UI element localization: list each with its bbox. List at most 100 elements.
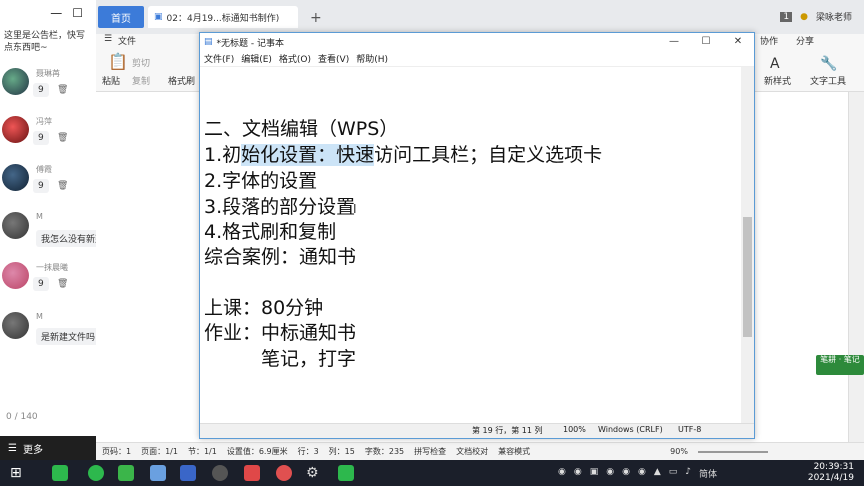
- notepad-status-bar: 第 19 行，第 11 列 100% Windows (CRLF) UTF-8: [200, 423, 754, 438]
- tray-icon[interactable]: ▣: [590, 467, 599, 480]
- text-line: 二、文档编辑（WPS）: [204, 118, 399, 140]
- settings-icon[interactable]: ⚙: [306, 465, 322, 481]
- status-words: 字数：235: [364, 447, 405, 456]
- cut-button[interactable]: 剪切: [132, 56, 150, 69]
- maximize-button[interactable]: ☐: [690, 33, 722, 51]
- minimize-button[interactable]: —: [658, 33, 690, 51]
- user-avatar-icon[interactable]: ●: [800, 12, 808, 22]
- char-counter: 0 / 140: [6, 412, 38, 422]
- message-bubble: 是新建文件吗: [36, 328, 97, 345]
- message-bubble: 9: [33, 179, 49, 193]
- notepad-titlebar: ▤ *无标题 - 记事本 — ☐ ✕: [200, 33, 754, 51]
- trash-icon[interactable]: 🗑: [57, 279, 68, 289]
- trash-icon[interactable]: 🗑: [57, 133, 68, 143]
- spell-check-button[interactable]: 拼写检查: [414, 446, 446, 457]
- chat-bottom-bar: ☰ 更多: [0, 436, 97, 460]
- tab-bar: 首页 ▣ 02：4月19...标通知书制作) + 1 ● 梁咏老师: [96, 0, 864, 34]
- new-style-button[interactable]: 新样式: [764, 74, 791, 87]
- taskbar: ⊞ ⚙ ◉ ◉ ▣ ◉ ◉ ◉ ▲ ▭ ♪ 简体 20:39:31 2021/4…: [0, 460, 864, 486]
- menu-icon[interactable]: ☰: [104, 34, 112, 44]
- avatar: [2, 164, 29, 191]
- compat-mode: 兼容模式: [498, 447, 531, 456]
- text-line: 3.段落的部分设置: [204, 196, 356, 218]
- menu-help[interactable]: 帮助(H): [356, 52, 388, 65]
- notepad-icon: ▤: [204, 37, 213, 47]
- maximize-icon[interactable]: ☐: [72, 6, 83, 20]
- text-line: 笔记，打字: [204, 348, 357, 370]
- clock[interactable]: 20:39:31 2021/4/19: [808, 462, 854, 484]
- menu-view[interactable]: 查看(V): [318, 52, 349, 65]
- menu-edit[interactable]: 编辑(E): [241, 52, 272, 65]
- menu-icon[interactable]: ☰: [8, 443, 17, 454]
- volume-icon[interactable]: ♪: [685, 467, 691, 480]
- scrollbar[interactable]: [848, 92, 864, 442]
- user-name[interactable]: 梁咏老师: [816, 10, 852, 23]
- text-line: 4.格式刷和复制: [204, 221, 337, 243]
- collab-button[interactable]: 协作: [760, 34, 778, 47]
- new-tab-button[interactable]: +: [310, 10, 322, 26]
- sender-name: 傅霞: [36, 165, 52, 174]
- more-button[interactable]: 更多: [23, 441, 43, 456]
- notepad-scrollbar[interactable]: [741, 67, 754, 423]
- message-bubble: 我怎么没有新建: [36, 230, 97, 247]
- new-style-icon[interactable]: A: [770, 56, 780, 72]
- encoding: UTF-8: [678, 425, 702, 434]
- ime-indicator[interactable]: 简体: [699, 467, 717, 480]
- proof-button[interactable]: 文档校对: [456, 446, 488, 457]
- tray-icon[interactable]: ◉: [638, 467, 646, 480]
- avatar: [2, 312, 29, 339]
- zoom-slider[interactable]: [697, 450, 768, 453]
- app-icon[interactable]: [338, 465, 354, 481]
- zoom-level[interactable]: 90%: [670, 447, 688, 456]
- windows-start-icon[interactable]: ⊞: [10, 465, 26, 481]
- scroll-thumb[interactable]: [743, 217, 752, 337]
- side-badge[interactable]: 笔耕 · 笔记: [816, 355, 864, 375]
- app-icon[interactable]: [244, 465, 260, 481]
- paste-button[interactable]: 粘贴: [102, 74, 120, 87]
- chat-app-icon[interactable]: [88, 465, 104, 481]
- close-button[interactable]: ✕: [722, 33, 754, 51]
- obs-icon[interactable]: [212, 465, 228, 481]
- share-button[interactable]: 分享: [796, 34, 814, 47]
- tray-icon[interactable]: ▲: [654, 467, 661, 480]
- wechat-icon[interactable]: [52, 465, 68, 481]
- tray-icon[interactable]: ◉: [606, 467, 614, 480]
- text-line: 1.初始化设置：快速访问工具栏；自定义选项卡: [204, 143, 602, 167]
- tab-document[interactable]: ▣ 02：4月19...标通知书制作): [148, 6, 298, 28]
- minimize-icon[interactable]: —: [50, 6, 62, 20]
- avatar: [2, 68, 29, 95]
- tray-icon[interactable]: ◉: [558, 467, 566, 480]
- message-bubble: 9: [33, 131, 49, 145]
- chat-panel: — ☐ 这里是公告栏，快写点东西吧~ 聂琳苒 9 🗑 冯萍 9 🗑 傅霞 9 🗑…: [0, 0, 98, 460]
- trash-icon[interactable]: 🗑: [57, 181, 68, 191]
- network-icon[interactable]: ▭: [669, 467, 678, 480]
- app-icon[interactable]: [150, 465, 166, 481]
- paste-icon[interactable]: 📋: [108, 52, 128, 71]
- text-segment: 访问工具栏；自定义选项卡: [374, 144, 603, 166]
- text-cursor-icon: I: [353, 202, 357, 216]
- tray-icon[interactable]: ◉: [622, 467, 630, 480]
- app-icon[interactable]: [118, 465, 134, 481]
- file-menu[interactable]: 文件: [118, 34, 136, 47]
- app-icon[interactable]: [276, 465, 292, 481]
- trash-icon[interactable]: 🗑: [57, 85, 68, 95]
- copy-button[interactable]: 复制: [132, 74, 150, 87]
- tray-icon[interactable]: ◉: [574, 467, 582, 480]
- text-tools-button[interactable]: 文字工具: [810, 74, 846, 87]
- tab-doc-label: 02：4月19...标通知书制作): [166, 13, 280, 24]
- tab-home[interactable]: 首页: [98, 6, 144, 28]
- format-brush-button[interactable]: 格式刷: [168, 74, 195, 87]
- notepad-text-area[interactable]: 二、文档编辑（WPS） 1.初始化设置：快速访问工具栏；自定义选项卡 2.字体的…: [200, 67, 741, 423]
- menu-format[interactable]: 格式(O): [279, 52, 311, 65]
- menu-file[interactable]: 文件(F): [204, 52, 234, 65]
- announcement: 这里是公告栏，快写点东西吧~: [4, 31, 86, 53]
- system-tray: ◉ ◉ ▣ ◉ ◉ ◉ ▲ ▭ ♪ 简体: [558, 467, 717, 480]
- clock-time: 20:39:31: [813, 462, 854, 472]
- sender-name: 聂琳苒: [36, 69, 60, 78]
- text-tools-icon[interactable]: 🔧: [820, 56, 837, 72]
- word-icon[interactable]: [180, 465, 196, 481]
- selected-text: 始化设置：快速: [241, 144, 375, 166]
- status-col: 列：15: [328, 447, 355, 456]
- notepad-title: *无标题 - 记事本: [216, 38, 284, 49]
- zoom-level: 100%: [563, 425, 586, 434]
